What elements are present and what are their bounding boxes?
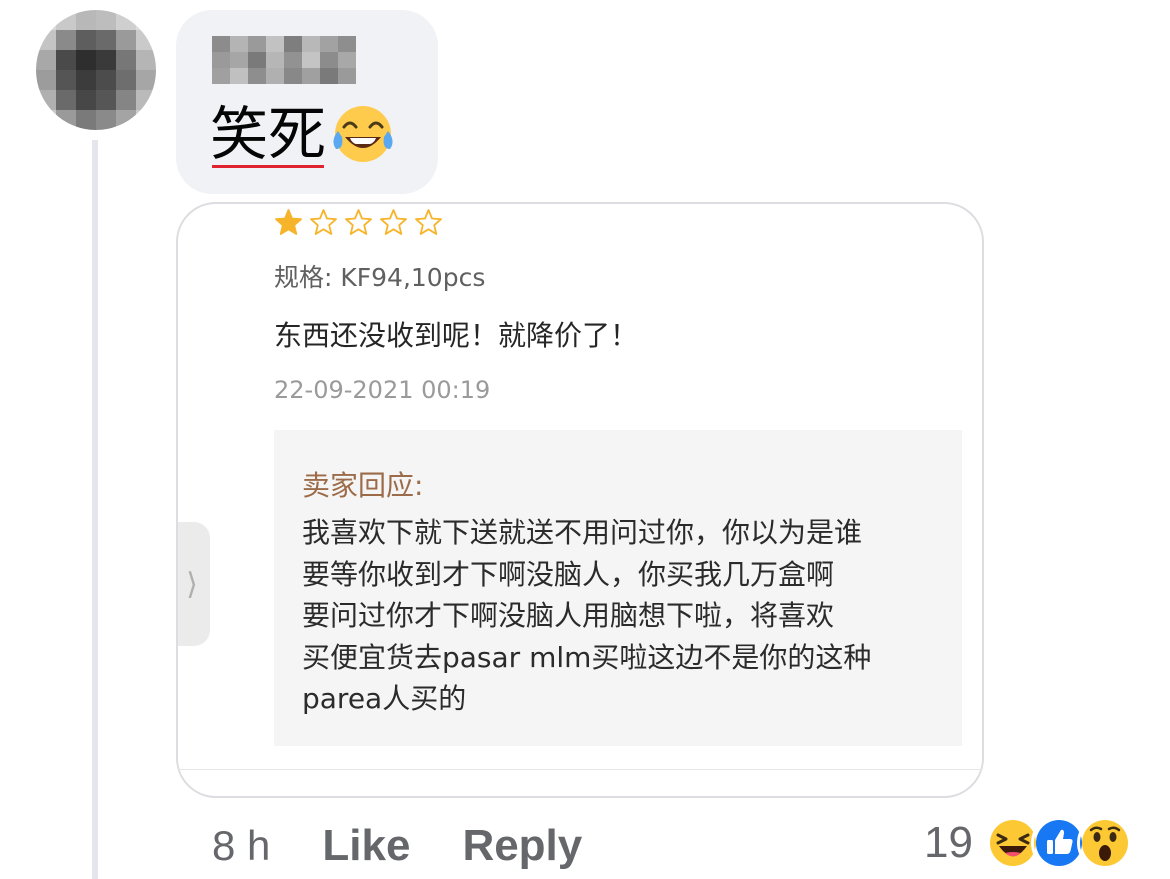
review-text: 东西还没收到呢！就降价了！	[274, 319, 639, 352]
side-arrow-tab[interactable]: ⟩	[178, 522, 210, 646]
comment-timestamp[interactable]: 8 h	[212, 822, 270, 870]
thread-line	[92, 140, 98, 879]
reply-button[interactable]: Reply	[462, 821, 582, 871]
star-empty-icon	[345, 209, 372, 235]
comment-text: 笑死	[210, 100, 327, 168]
attached-review-screenshot[interactable]: 规格: KF94,10pcs 东西还没收到呢！就降价了！ 22-09-2021 …	[176, 202, 984, 798]
commenter-name[interactable]	[212, 36, 356, 84]
card-divider	[178, 769, 982, 770]
wow-icon	[1076, 815, 1133, 871]
reaction-count: 19	[924, 818, 973, 867]
seller-response-label: 卖家回应:	[302, 469, 424, 502]
avatar[interactable]	[36, 10, 156, 130]
star-empty-icon	[310, 209, 337, 235]
product-spec: 规格: KF94,10pcs	[274, 263, 486, 292]
seller-response-text: 我喜欢下就下送就送不用问过你，你以为是谁 要等你收到才下啊没脑人，你买我几万盒啊…	[302, 516, 872, 715]
star-empty-icon	[380, 209, 407, 235]
star-filled-icon	[275, 209, 302, 235]
reaction-summary[interactable]: 19	[924, 812, 1133, 874]
chevron-right-icon: ⟩	[186, 566, 198, 602]
face-with-tears-of-joy-icon	[333, 106, 393, 162]
review-date: 22-09-2021 00:19	[274, 376, 491, 404]
comment-actions: 8 h Like Reply	[212, 818, 582, 874]
star-rating	[274, 208, 443, 237]
comment-bubble: 笑死	[176, 10, 438, 194]
like-button[interactable]: Like	[322, 821, 410, 871]
comment-body: 笑死	[210, 98, 396, 170]
star-empty-icon	[415, 209, 442, 235]
seller-response-box: 卖家回应: 我喜欢下就下送就送不用问过你，你以为是谁 要等你收到才下啊没脑人，你…	[274, 430, 962, 746]
